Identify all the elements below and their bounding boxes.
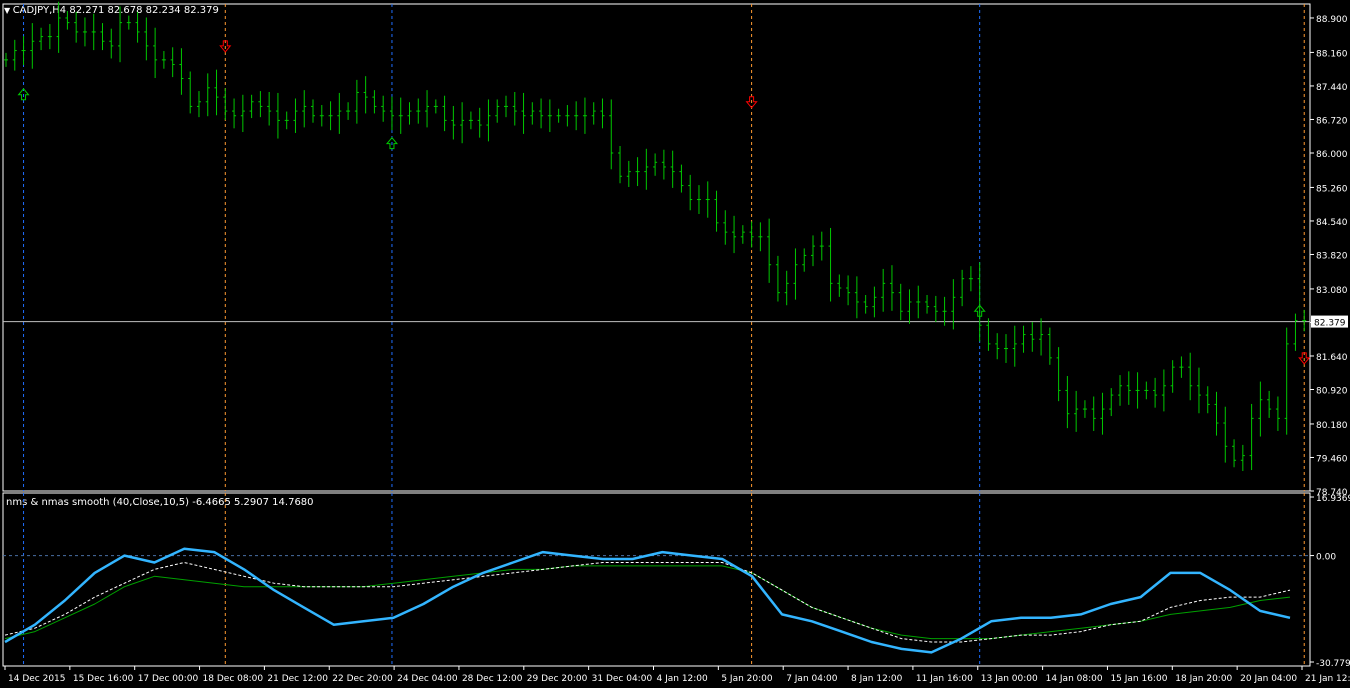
time-axis-label: 29 Dec 20:00 [527,674,588,684]
price-axis-label: 86.720 [1316,116,1348,126]
price-axis-label: 83.080 [1316,286,1348,296]
time-axis-label: 31 Dec 04:00 [592,674,653,684]
current-price-label: 82.379 [1314,319,1346,329]
time-axis-label: 8 Jan 12:00 [851,674,903,684]
time-axis-label: 13 Jan 00:00 [981,674,1038,684]
indicator-axis-label: -30.7793 [1316,659,1350,669]
nmas-signal-line [4,565,1291,640]
indicator-axis-label: 0.00 [1316,553,1336,563]
time-axis-label: 15 Jan 16:00 [1110,674,1167,684]
time-axis-label: 5 Jan 20:00 [721,674,773,684]
trading-chart-window[interactable]: ▼ CADJPY,H4 82.271 82.678 82.234 82.379 … [0,0,1350,688]
time-axis-label: 4 Jan 12:00 [657,674,709,684]
price-axis-label: 86.000 [1316,150,1348,160]
nmas-dashed-line [4,562,1291,643]
time-axis-label: 17 Dec 00:00 [138,674,199,684]
price-axis-label: 84.540 [1316,218,1348,228]
price-axis-label: 88.900 [1316,15,1348,25]
time-axis-label: 7 Jan 04:00 [786,674,838,684]
chart-svg[interactable]: 88.900 88.160 87.440 86.720 86.000 85.260 84.5… [0,0,1350,688]
indicator-pane-frame [2,492,1311,667]
time-axis-label: 15 Dec 16:00 [73,674,134,684]
price-axis-label: 80.920 [1316,387,1348,397]
time-axis-label: 22 Dec 20:00 [332,674,393,684]
price-axis-label: 81.640 [1316,353,1348,363]
time-axis-label: 18 Jan 20:00 [1175,674,1232,684]
nms-main-line [4,547,1291,654]
time-axis-label: 14 Dec 2015 [8,674,66,684]
time-axis-label: 28 Dec 12:00 [462,674,523,684]
price-axis-label: 79.460 [1316,454,1348,464]
price-axis-label: 87.440 [1316,83,1348,93]
time-axis-label: 21 Jan 12:00 [1305,674,1350,684]
price-axis-label: 85.260 [1316,184,1348,194]
time-axis-label: 14 Jan 08:00 [1046,674,1103,684]
time-axis-label: 11 Jan 16:00 [916,674,973,684]
time-axis-label: 24 Dec 04:00 [397,674,458,684]
time-axis-label: 18 Dec 08:00 [203,674,264,684]
price-axis-label: 80.180 [1316,421,1348,431]
price-axis-label: 83.820 [1316,251,1348,261]
indicator-axis-label: 16.9369 [1316,494,1350,504]
price-axis-label: 88.160 [1316,49,1348,59]
time-axis-label: 21 Dec 12:00 [267,674,328,684]
main-pane-frame [2,3,1311,492]
time-axis-label: 20 Jan 04:00 [1240,674,1297,684]
